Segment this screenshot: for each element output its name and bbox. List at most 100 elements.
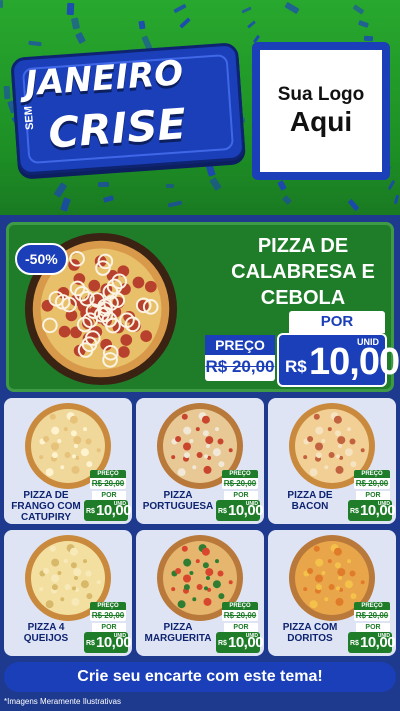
old-price-box: PREÇO R$ 20,00 — [222, 602, 258, 621]
currency-label: R$ — [218, 640, 227, 647]
confetti-piece — [97, 181, 110, 188]
preco-label: PREÇO — [205, 335, 275, 355]
product-price: 10,00 — [96, 634, 132, 651]
confetti-piece — [75, 31, 86, 45]
confetti-piece — [387, 179, 396, 191]
por-label: POR — [92, 491, 126, 500]
product-name: PIZZA PORTUGUESA — [142, 490, 214, 512]
confetti-piece — [284, 1, 300, 15]
por-label: POR — [289, 311, 385, 333]
confetti-piece — [173, 3, 187, 14]
price-tag: UNID R$ 10,00 — [84, 500, 132, 521]
product-card[interactable]: PIZZA DE FRANGO COM CATUPIRY PREÇO R$ 20… — [4, 398, 132, 524]
confetti-piece — [209, 177, 222, 191]
old-price: R$ 20,00 — [223, 611, 257, 620]
product-price: 10,00 — [360, 634, 396, 651]
campaign-title-sem: SEM — [22, 105, 37, 131]
old-price: R$ 20,00 — [91, 611, 125, 620]
old-price-box: PREÇO R$ 20,00 — [205, 335, 275, 381]
confetti-piece — [363, 35, 374, 42]
old-price-box: PREÇO R$ 20,00 — [90, 470, 126, 489]
confetti-piece — [282, 195, 292, 205]
old-price: R$ 20,00 — [223, 479, 257, 488]
por-label: POR — [224, 623, 258, 632]
confetti-piece — [205, 162, 216, 177]
old-price: R$ 20,00 — [91, 479, 125, 488]
confetti-piece — [60, 197, 71, 212]
product-name: PIZZA DE BACON — [287, 490, 333, 512]
featured-price-tag: UNID R$ 10,00 — [277, 333, 400, 387]
header-banner: JANEIRO SEM CRISE Sua Logo Aqui — [0, 0, 400, 215]
product-name: PIZZA MARGUERITA — [144, 622, 212, 644]
old-price-box: PREÇO R$ 20,00 — [354, 602, 390, 621]
preco-label: PREÇO — [222, 602, 258, 610]
confetti-piece — [277, 180, 287, 191]
featured-product[interactable]: -50% PIZZA DE CALABRESA E CEBOLA POR PRE… — [6, 222, 400, 392]
product-price: 10,00 — [228, 634, 264, 651]
create-flyer-button[interactable]: Crie seu encarte com este tema! — [4, 662, 396, 692]
confetti-piece — [3, 85, 11, 100]
confetti-piece — [179, 17, 191, 29]
confetti-piece — [70, 17, 81, 30]
product-price: 10,00 — [228, 502, 264, 519]
old-price-box: PREÇO R$ 20,00 — [354, 470, 390, 489]
product-price: 10,00 — [96, 502, 132, 519]
product-price: 10,00 — [360, 502, 396, 519]
old-price: R$ 20,00 — [205, 357, 275, 376]
currency-label: R$ — [350, 640, 359, 647]
confetti-piece — [0, 0, 3, 8]
product-card[interactable]: PIZZA 4 QUEIJOS PREÇO R$ 20,00 POR UNID … — [4, 530, 132, 656]
confetti-piece — [138, 20, 146, 30]
confetti-piece — [167, 200, 183, 208]
featured-product-name: PIZZA DE CALABRESA E CEBOLA — [231, 235, 375, 309]
confetti-piece — [103, 195, 114, 203]
price-tag: UNID R$ 10,00 — [84, 632, 132, 653]
product-card[interactable]: PIZZA PORTUGUESA PREÇO R$ 20,00 POR UNID… — [136, 398, 264, 524]
confetti-piece — [28, 40, 42, 47]
confetti-piece — [352, 4, 365, 15]
price-tag: UNID R$ 10,00 — [216, 500, 264, 521]
product-name: PIZZA DE FRANGO COM CATUPIRY — [11, 490, 81, 523]
confetti-piece — [357, 20, 370, 28]
confetti-piece — [53, 182, 68, 198]
confetti-piece — [393, 194, 400, 205]
currency-label: R$ — [86, 640, 95, 647]
product-name: PIZZA 4 QUEIJOS — [23, 622, 69, 644]
price-tag: UNID R$ 10,00 — [216, 632, 264, 653]
logo-placeholder[interactable]: Sua Logo Aqui — [252, 42, 390, 180]
disclaimer-text: *Imagens Meramente Ilustrativas — [4, 697, 121, 706]
price-tag: UNID R$ 10,00 — [348, 632, 396, 653]
preco-label: PREÇO — [90, 470, 126, 478]
confetti-piece — [66, 2, 75, 16]
por-label: POR — [92, 623, 126, 632]
confetti-piece — [347, 198, 360, 212]
old-price: R$ 20,00 — [355, 479, 389, 488]
currency-label: R$ — [218, 508, 227, 515]
confetti-piece — [247, 20, 256, 29]
confetti-piece — [165, 183, 175, 189]
confetti-piece — [241, 6, 252, 14]
campaign-title-badge: JANEIRO SEM CRISE — [10, 42, 246, 176]
por-label: POR — [356, 491, 390, 500]
preco-label: PREÇO — [90, 602, 126, 610]
preco-label: PREÇO — [354, 602, 390, 610]
por-label: POR — [224, 491, 258, 500]
old-price: R$ 20,00 — [355, 611, 389, 620]
logo-text-line1: Sua Logo — [277, 84, 365, 105]
currency-label: R$ — [350, 508, 359, 515]
por-label: POR — [356, 623, 390, 632]
old-price-box: PREÇO R$ 20,00 — [90, 602, 126, 621]
featured-price: 10,00 — [309, 341, 400, 383]
currency-label: R$ — [285, 357, 307, 376]
price-tag: UNID R$ 10,00 — [348, 500, 396, 521]
currency-label: R$ — [86, 508, 95, 515]
preco-label: PREÇO — [222, 470, 258, 478]
old-price-box: PREÇO R$ 20,00 — [222, 470, 258, 489]
product-card[interactable]: PIZZA MARGUERITA PREÇO R$ 20,00 POR UNID… — [136, 530, 264, 656]
product-name: PIZZA COM DORITOS — [282, 622, 338, 644]
preco-label: PREÇO — [354, 470, 390, 478]
discount-badge: -50% — [15, 243, 68, 275]
campaign-title-line2: CRISE — [46, 99, 188, 158]
product-card[interactable]: PIZZA COM DORITOS PREÇO R$ 20,00 POR UNI… — [268, 530, 396, 656]
product-card[interactable]: PIZZA DE BACON PREÇO R$ 20,00 POR UNID R… — [268, 398, 396, 524]
